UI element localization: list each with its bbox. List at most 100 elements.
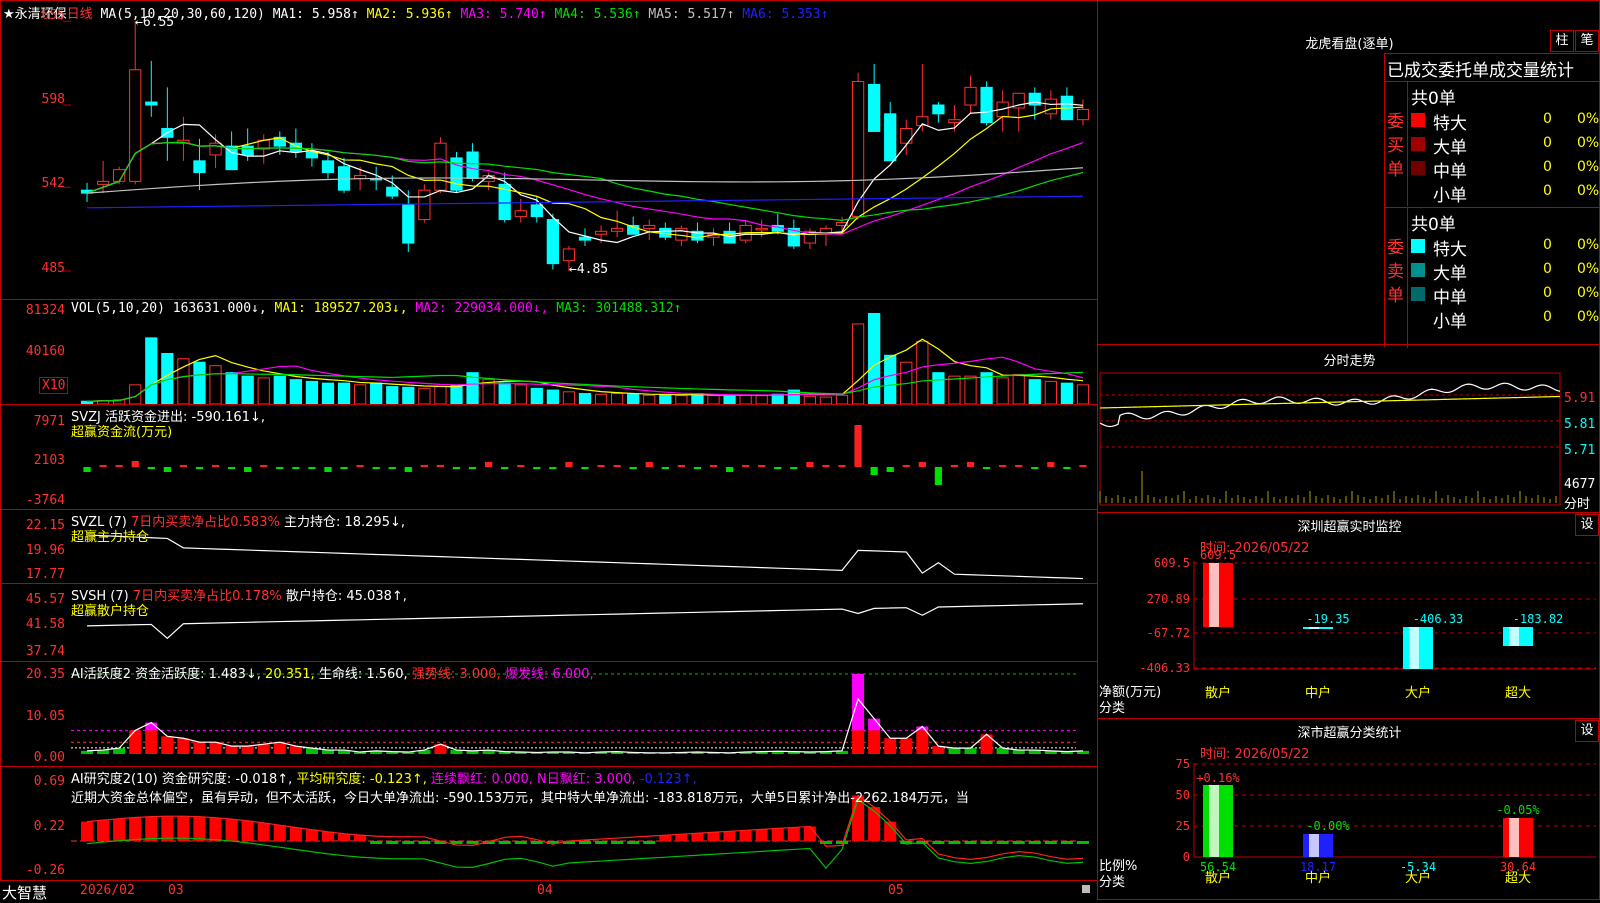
candle [1044, 98, 1057, 115]
main-chart-panel[interactable]: ★永清环保日线 MA(5,10,20,30,60,120) MA1: 5.958… [0, 0, 1098, 300]
volume-bar [643, 394, 656, 405]
research-bar [386, 840, 399, 844]
research-bar [771, 828, 784, 841]
chart-y-tick: 609.5 [1154, 556, 1190, 570]
research-bar [273, 825, 286, 841]
flow-bar [838, 465, 846, 467]
flow-bar [83, 467, 91, 472]
candle [980, 86, 993, 124]
flow-bar [822, 465, 830, 467]
candle [562, 248, 576, 262]
flow-bar [709, 465, 718, 467]
chart-y-tick: -67.72 [1147, 626, 1190, 640]
sell-row-name: 特大 [1433, 240, 1467, 260]
volume-bar [594, 393, 608, 405]
research-bar [707, 832, 720, 841]
bar-value-label: -19.35 [1306, 612, 1349, 626]
ai-research-panel[interactable]: AI研究度2(10) 资金研究度: -0.018↑, 平均研究度: -0.123… [0, 766, 1098, 881]
activity-bar [932, 746, 945, 754]
ai-activity-panel[interactable]: AI活跃度2 资金活跃度: 1.483↓, 20.351, 生命线: 1.560… [0, 661, 1098, 767]
class-value-label: 56.54 [1200, 860, 1236, 874]
buy-orders-table: 共0单 特大 0 0% 大单 0 0% 中单 0 0% 小单 0 0% [1407, 82, 1600, 206]
svzl-y-tick: 17.77 [25, 567, 65, 582]
research-bar [241, 820, 254, 841]
sell-row: 小单 0 0% [1411, 307, 1600, 332]
activity-bar [257, 744, 270, 754]
volume-bar [273, 375, 286, 405]
main-holding-line [87, 534, 1083, 580]
sell-count: 共0单 [1411, 215, 1456, 235]
category-label: 散户 [1205, 685, 1231, 701]
sell-orders-section: 委卖单 共0单 特大 0 0% 大单 0 0% 中单 0 0% 小单 0 0% [1385, 207, 1600, 348]
activity-bar [852, 730, 865, 754]
volume-bar [337, 382, 351, 405]
research-bar [498, 840, 511, 844]
main-y-tick: 485 [41, 261, 65, 276]
volume-bar [932, 372, 945, 405]
buy-color-swatch [1411, 161, 1425, 175]
research-bar [1060, 840, 1073, 844]
flow-bar [436, 465, 445, 467]
activity-bar [209, 742, 222, 754]
ma-label-6: MA6: 5.353↑ [734, 7, 829, 22]
lock-icon[interactable] [1082, 885, 1090, 893]
flow-bar [115, 465, 123, 467]
candle [755, 227, 768, 231]
class-value-label: 30.64 [1500, 860, 1536, 874]
svzj-panel[interactable]: SVZJ 活跃资金进出: -590.161↓, 超赢资金流(万元) 7971 2… [0, 404, 1098, 510]
volume-bar [434, 386, 447, 405]
buy-row-value: 0 [1543, 111, 1552, 127]
volume-bar [611, 393, 624, 405]
candle [948, 119, 961, 124]
bar-view-button[interactable]: 柱 [1550, 30, 1574, 52]
bar-value-label: -0.00% [1306, 819, 1350, 833]
flow-bar [99, 465, 107, 467]
bar-highlight [1309, 627, 1319, 629]
tick-view-button[interactable]: 笔 [1575, 30, 1599, 52]
activity-bar [273, 742, 286, 754]
flow-bar [163, 467, 171, 472]
volume-bar [386, 386, 399, 405]
sell-row: 大单 0 0% [1411, 259, 1600, 284]
activity-line [87, 697, 1083, 754]
volume-panel[interactable]: VOL(5,10,20) 163631.000↓, MA1: 189527.20… [0, 299, 1098, 405]
flow-bar [372, 467, 380, 469]
flow-bar [308, 467, 316, 469]
category-label: 中户 [1305, 685, 1331, 701]
activity-bar [161, 736, 174, 754]
buy-color-swatch [1411, 185, 1425, 199]
volume-bar [1028, 379, 1041, 405]
period-label[interactable]: 日线 [67, 7, 93, 22]
svzl-panel[interactable]: SVZL (7) 7日内买卖净占比0.583% 主力持仓: 18.295↓, 超… [0, 509, 1098, 584]
research-bar [225, 819, 238, 841]
intraday-panel[interactable]: 分时走势 5.91 5.81 5.71 4677 分时 [1097, 344, 1600, 513]
bar-value-label: -0.05% [1496, 803, 1540, 817]
ma-legend: MA1: 5.958↑ MA2: 5.936↑ MA3: 5.740↑ MA4:… [273, 7, 829, 22]
research-bar [627, 840, 640, 844]
candle [546, 219, 559, 265]
sell-row-pct: 0% [1577, 309, 1600, 325]
candle [193, 160, 206, 174]
volume-bar [707, 394, 720, 405]
research-bar [370, 840, 383, 844]
research-bar [466, 840, 479, 844]
buy-row-pct: 0% [1577, 159, 1600, 175]
activity-bar [225, 746, 238, 754]
flow-bar [999, 465, 1007, 467]
volume-bar [418, 387, 431, 405]
volume-bar [370, 382, 383, 405]
research-bar [113, 818, 126, 841]
candle [611, 227, 624, 232]
svsh-y-tick: 37.74 [25, 644, 65, 659]
bar-value-label: +0.16% [1196, 771, 1240, 785]
flow-bar [693, 467, 702, 469]
svzl-y-tick: 19.96 [25, 543, 65, 558]
buy-row-value: 0 [1543, 183, 1552, 199]
flow-bar [806, 462, 814, 467]
svsh-panel[interactable]: SVSH (7) 7日内买卖净占比0.178% 散户持仓: 45.038↑, 超… [0, 583, 1098, 662]
volume-bar [562, 391, 576, 405]
ai2-y-tick: 0.69 [33, 774, 65, 789]
candle [353, 175, 367, 179]
flow-bar [195, 467, 204, 469]
research-bar [81, 821, 94, 841]
